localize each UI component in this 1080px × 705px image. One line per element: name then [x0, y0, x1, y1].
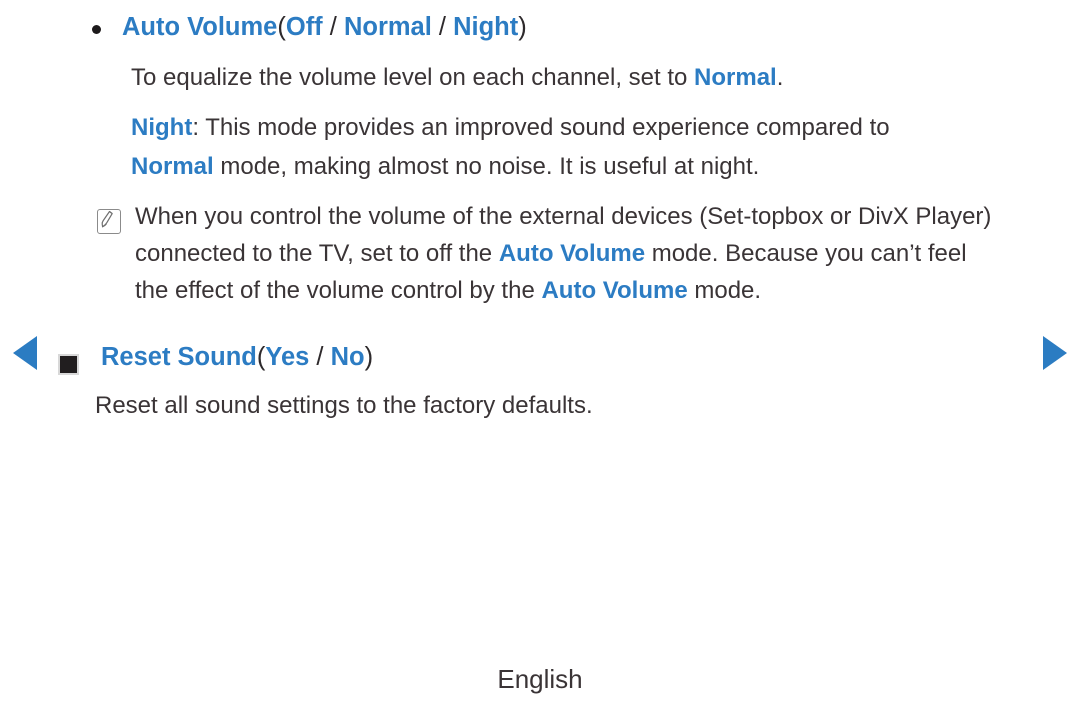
heading-close-paren: ) — [364, 343, 374, 371]
heading-option-off: Off — [285, 13, 323, 41]
note-text: When you control the volume of the exter… — [135, 198, 1002, 309]
paragraph-reset-description: Reset all sound settings to the factory … — [95, 386, 955, 425]
next-page-arrow-icon[interactable] — [1043, 336, 1067, 370]
text-fragment: To equalize the volume level on each cha… — [131, 64, 695, 91]
language-footer: English — [497, 664, 583, 694]
previous-page-arrow-icon[interactable] — [13, 336, 37, 370]
section-heading-auto-volume: Auto Volume(Off / Normal / Night) — [92, 12, 527, 42]
heading-option-normal: Normal — [343, 13, 432, 41]
heading-term: Auto Volume — [122, 13, 278, 41]
text-fragment: Reset all sound settings to the factory … — [95, 392, 593, 419]
heading-separator-1: / — [322, 13, 344, 41]
text-fragment: mode, making almost no noise. It is usef… — [213, 153, 760, 180]
section-heading-reset-sound: Reset Sound(Yes / No) — [58, 342, 373, 375]
text-fragment: : This mode provides an improved sound e… — [192, 114, 890, 141]
heading-term: Reset Sound — [101, 343, 257, 371]
text-accent-auto-volume: Auto Volume — [541, 277, 688, 304]
heading-separator-2: / — [431, 13, 454, 41]
heading-open-paren: ( — [277, 13, 286, 41]
heading-option-yes: Yes — [265, 343, 310, 371]
text-accent-normal: Normal — [131, 153, 214, 180]
text-accent-normal: Normal — [694, 64, 777, 91]
paragraph-equalize: To equalize the volume level on each cha… — [131, 58, 991, 97]
heading-separator-1: / — [309, 343, 331, 371]
heading-reset-sound: Reset Sound(Yes / No) — [101, 342, 373, 372]
manual-page: Auto Volume(Off / Normal / Night) To equ… — [0, 0, 1080, 705]
text-fragment: . — [776, 64, 784, 91]
text-accent-auto-volume: Auto Volume — [498, 240, 646, 267]
text-fragment: mode. — [687, 277, 762, 304]
note-block: When you control the volume of the exter… — [97, 198, 1002, 309]
heading-auto-volume: Auto Volume(Off / Normal / Night) — [122, 12, 527, 42]
bullet-dot-icon — [92, 25, 101, 34]
heading-option-no: No — [330, 343, 365, 371]
square-marker-icon — [58, 354, 79, 375]
text-accent-night: Night — [131, 114, 193, 141]
heading-close-paren: ) — [518, 13, 527, 41]
note-pencil-icon — [97, 209, 121, 234]
heading-option-night: Night — [453, 13, 519, 41]
paragraph-night-mode: Night: This mode provides an improved so… — [131, 108, 961, 186]
